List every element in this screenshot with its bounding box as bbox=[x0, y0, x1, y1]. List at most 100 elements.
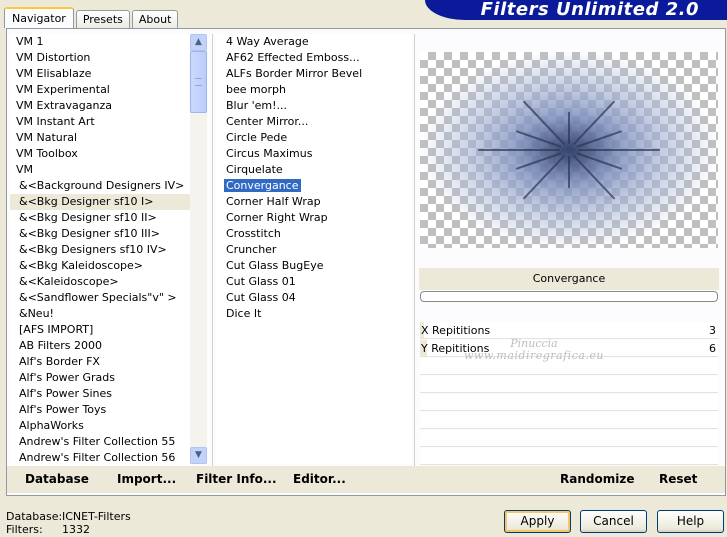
filters-label: Filters: bbox=[6, 523, 43, 536]
filter-item[interactable]: AF62 Effected Emboss... bbox=[216, 50, 412, 66]
cancel-button[interactable]: Cancel bbox=[580, 510, 647, 533]
slider-label: X Repititions bbox=[421, 324, 491, 337]
import-button[interactable]: Import... bbox=[117, 471, 176, 487]
category-item[interactable]: Andrew's Filter Collection 55 bbox=[10, 434, 190, 450]
scroll-down-button[interactable]: ▼ bbox=[190, 447, 207, 464]
category-scrollbar[interactable]: ▲ ▼ bbox=[190, 34, 207, 464]
filter-item[interactable]: Corner Right Wrap bbox=[216, 210, 412, 226]
category-item[interactable]: AlphaWorks bbox=[10, 418, 190, 434]
filter-item[interactable]: Blur 'em!... bbox=[216, 98, 412, 114]
filter-item-label: Cruncher bbox=[226, 243, 277, 256]
filter-item-label: Circus Maximus bbox=[226, 147, 313, 160]
filter-info-button[interactable]: Filter Info... bbox=[196, 471, 277, 487]
category-item[interactable]: &<Sandflower Specials"v" > bbox=[10, 290, 190, 306]
category-item[interactable]: Alf's Power Toys bbox=[10, 402, 190, 418]
filter-item[interactable]: Circus Maximus bbox=[216, 146, 412, 162]
filter-item[interactable]: Dice It bbox=[216, 306, 412, 322]
filter-item[interactable]: Cirquelate bbox=[216, 162, 412, 178]
filter-item-label: Center Mirror... bbox=[226, 115, 309, 128]
category-item[interactable]: [AFS IMPORT] bbox=[10, 322, 190, 338]
empty-slider-row bbox=[420, 430, 718, 447]
filters-count: 1332 bbox=[62, 523, 90, 536]
category-item[interactable]: Alf's Power Sines bbox=[10, 386, 190, 402]
filter-item[interactable]: ALFs Border Mirror Bevel bbox=[216, 66, 412, 82]
filter-item[interactable]: Cut Glass BugEye bbox=[216, 258, 412, 274]
category-item[interactable]: &<Bkg Designer sf10 I> bbox=[10, 194, 190, 210]
empty-slider-row bbox=[420, 376, 718, 393]
editor-button[interactable]: Editor... bbox=[293, 471, 346, 487]
category-item[interactable]: VM Natural bbox=[10, 130, 190, 146]
filter-item-label: ALFs Border Mirror Bevel bbox=[226, 67, 363, 80]
slider-y-repititions[interactable]: Y Repititions 6 bbox=[420, 340, 718, 357]
category-item[interactable]: &<Kaleidoscope> bbox=[10, 274, 190, 290]
filter-item-label: Cut Glass BugEye bbox=[226, 259, 324, 272]
category-list[interactable]: VM 1 VM Distortion VM Elisablaze VM Experim… bbox=[10, 34, 190, 466]
filter-item[interactable]: Cruncher bbox=[216, 242, 412, 258]
category-item[interactable]: &<Bkg Designer sf10 III> bbox=[10, 226, 190, 242]
category-item[interactable]: VM Instant Art bbox=[10, 114, 190, 130]
filter-item[interactable]: 4 Way Average bbox=[216, 34, 412, 50]
scroll-thumb[interactable] bbox=[190, 51, 207, 113]
slider-label: Y Repititions bbox=[421, 342, 490, 355]
tab-navigator[interactable]: Navigator bbox=[4, 7, 74, 28]
category-item[interactable]: VM Toolbox bbox=[10, 146, 190, 162]
filter-item-label: Cut Glass 04 bbox=[226, 291, 296, 304]
category-item[interactable]: VM Distortion bbox=[10, 50, 190, 66]
filter-item-label: Cirquelate bbox=[226, 163, 283, 176]
grip-icon bbox=[195, 78, 202, 86]
category-item[interactable]: VM bbox=[10, 162, 190, 178]
scroll-up-button[interactable]: ▲ bbox=[190, 34, 207, 51]
category-item[interactable]: VM Elisablaze bbox=[10, 66, 190, 82]
filter-item-label: AF62 Effected Emboss... bbox=[226, 51, 360, 64]
category-item[interactable]: VM Extravaganza bbox=[10, 98, 190, 114]
slider-value: 6 bbox=[709, 342, 716, 355]
filter-item[interactable]: Cut Glass 01 bbox=[216, 274, 412, 290]
help-button[interactable]: Help bbox=[657, 510, 724, 533]
apply-button[interactable]: Apply bbox=[504, 510, 571, 533]
filter-item-label: bee morph bbox=[226, 83, 286, 96]
tab-about[interactable]: About bbox=[131, 10, 179, 28]
randomize-button[interactable]: Randomize bbox=[560, 471, 634, 487]
convergance-starburst bbox=[420, 52, 718, 248]
preview-image bbox=[420, 52, 718, 248]
category-item[interactable]: &<Bkg Designers sf10 IV> bbox=[10, 242, 190, 258]
filter-list[interactable]: 4 Way Average AF62 Effected Emboss... ALFs… bbox=[216, 34, 412, 464]
filter-item-label: Cut Glass 01 bbox=[226, 275, 296, 288]
filter-item-label: Corner Half Wrap bbox=[226, 195, 321, 208]
bottom-toolbar: Database Import... Filter Info... Editor… bbox=[7, 466, 725, 493]
filter-item[interactable]: bee morph bbox=[216, 82, 412, 98]
filter-item[interactable]: Crosstitch bbox=[216, 226, 412, 242]
filter-item-label: Convergance bbox=[224, 179, 301, 192]
chevron-up-icon: ▲ bbox=[195, 37, 202, 47]
filter-item[interactable]: Cut Glass 04 bbox=[216, 290, 412, 306]
filter-item[interactable]: Corner Half Wrap bbox=[216, 194, 412, 210]
filter-item[interactable]: Convergance bbox=[216, 178, 412, 194]
title-banner: Filters Unlimited 2.0 bbox=[425, 0, 727, 20]
database-value: ICNET-Filters bbox=[62, 510, 131, 523]
category-item[interactable]: VM Experimental bbox=[10, 82, 190, 98]
filter-item[interactable]: Circle Pede bbox=[216, 130, 412, 146]
category-item[interactable]: &<Background Designers IV> bbox=[10, 178, 190, 194]
filter-item-label: Circle Pede bbox=[226, 131, 288, 144]
category-item[interactable]: &<Bkg Kaleidoscope> bbox=[10, 258, 190, 274]
filter-item-label: Crosstitch bbox=[226, 227, 281, 240]
divider bbox=[414, 34, 415, 466]
category-item[interactable]: &Neu! bbox=[10, 306, 190, 322]
filter-item[interactable]: Center Mirror... bbox=[216, 114, 412, 130]
empty-slider-row bbox=[420, 448, 718, 465]
category-item[interactable]: Alf's Border FX bbox=[10, 354, 190, 370]
database-label: Database: bbox=[6, 510, 63, 523]
slider-x-repititions[interactable]: X Repititions 3 bbox=[420, 322, 718, 339]
preview-filter-name: Convergance bbox=[419, 268, 719, 290]
reset-button[interactable]: Reset bbox=[659, 471, 697, 487]
slider-value: 3 bbox=[709, 324, 716, 337]
tab-presets[interactable]: Presets bbox=[75, 10, 130, 28]
category-item[interactable]: VM 1 bbox=[10, 34, 190, 50]
category-item[interactable]: Alf's Power Grads bbox=[10, 370, 190, 386]
category-item[interactable]: AB Filters 2000 bbox=[10, 338, 190, 354]
category-item[interactable]: &<Bkg Designer sf10 II> bbox=[10, 210, 190, 226]
filter-item-label: Corner Right Wrap bbox=[226, 211, 328, 224]
category-item[interactable]: Andrew's Filter Collection 56 bbox=[10, 450, 190, 466]
database-button[interactable]: Database bbox=[25, 471, 89, 487]
empty-slider-row bbox=[420, 358, 718, 375]
